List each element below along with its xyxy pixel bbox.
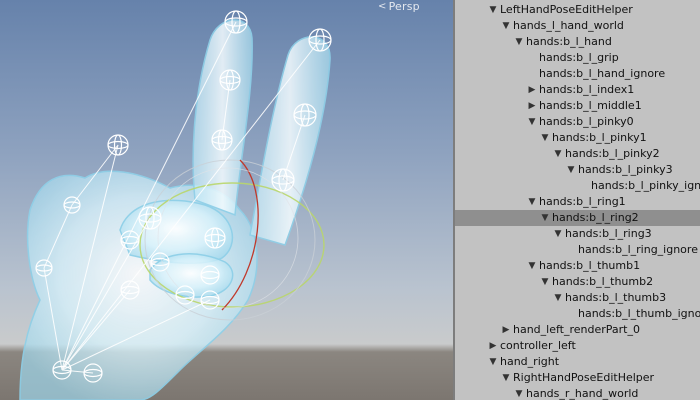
perspective-arrow-icon: < [378, 1, 387, 12]
collapse-arrow-icon[interactable]: ▶ [527, 82, 537, 98]
hierarchy-item[interactable]: ▼ hands_r_hand_world [455, 386, 700, 400]
hierarchy-item[interactable]: ▼ hands:b_l_thumb2 [455, 274, 700, 290]
hierarchy-item-label: hands:b_l_thumb2 [552, 275, 654, 288]
hierarchy-item[interactable]: hands:b_l_ring_ignore [455, 242, 700, 258]
hierarchy-item-label: LeftHandPoseEditHelper [500, 3, 633, 16]
hierarchy-item[interactable]: ▶ hands:b_l_index1 [455, 82, 700, 98]
hierarchy-item-label: hands:b_l_pinky2 [565, 147, 660, 160]
scene-viewport[interactable]: < Persp [0, 0, 453, 400]
perspective-label: Persp [388, 0, 420, 13]
hierarchy-item-label: hands:b_l_ring_ignore [578, 243, 698, 256]
hierarchy-item-label: hands:b_l_index1 [539, 83, 635, 96]
expand-arrow-icon[interactable]: ▼ [527, 258, 537, 274]
expand-arrow-icon[interactable]: ▼ [514, 34, 524, 50]
hierarchy-item-label: hands:b_l_ring1 [539, 195, 626, 208]
expand-arrow-icon[interactable]: ▼ [540, 130, 550, 146]
hierarchy-item-label: hands:b_l_thumb1 [539, 259, 641, 272]
expand-arrow-icon[interactable]: ▼ [553, 146, 563, 162]
hierarchy-item-label: hand_right [500, 355, 560, 368]
expand-arrow-icon[interactable]: ▼ [553, 226, 563, 242]
hierarchy-item-label: hands:b_l_thumb_ignore [578, 307, 700, 320]
hierarchy-item-label: hands:b_l_pinky3 [578, 163, 673, 176]
hierarchy-item-label: hands:b_l_hand_ignore [539, 67, 666, 80]
perspective-toggle[interactable]: < Persp [378, 0, 420, 13]
hierarchy-item-label: hand_left_renderPart_0 [513, 323, 640, 336]
hierarchy-item[interactable]: ▼ hands:b_l_pinky0 [455, 114, 700, 130]
expand-arrow-icon[interactable]: ▼ [501, 18, 511, 34]
expand-arrow-icon[interactable]: ▼ [566, 162, 576, 178]
expand-arrow-icon[interactable]: ▼ [527, 114, 537, 130]
expand-arrow-icon[interactable]: ▼ [501, 370, 511, 386]
expand-arrow-icon[interactable]: ▼ [527, 194, 537, 210]
hierarchy-item[interactable]: ▼ hands:b_l_ring1 [455, 194, 700, 210]
hierarchy-item[interactable]: ▼ hands:b_l_ring3 [455, 226, 700, 242]
hierarchy-item-label: hands:b_l_pinky1 [552, 131, 647, 144]
hierarchy-item-label: hands:b_l_ring3 [565, 227, 652, 240]
hierarchy-item[interactable]: ▼ hands_l_hand_world [455, 18, 700, 34]
hierarchy-item[interactable]: hands:b_l_thumb_ignore [455, 306, 700, 322]
hierarchy-item-label: hands_r_hand_world [526, 387, 639, 400]
hierarchy-item[interactable]: ▼ hands:b_l_thumb3 [455, 290, 700, 306]
hierarchy-item-label: hands:b_l_grip [539, 51, 619, 64]
hierarchy-item[interactable]: ▼ hands:b_l_pinky2 [455, 146, 700, 162]
hierarchy-item[interactable]: ▼ hands:b_l_pinky1 [455, 130, 700, 146]
hierarchy-item[interactable]: ▼ hands:b_l_hand [455, 34, 700, 50]
expand-arrow-icon[interactable]: ▼ [514, 386, 524, 400]
expand-arrow-icon[interactable]: ▼ [488, 2, 498, 18]
hierarchy-item-label: hands_l_hand_world [513, 19, 624, 32]
hierarchy-item[interactable]: ▼ hands:b_l_pinky3 [455, 162, 700, 178]
collapse-arrow-icon[interactable]: ▶ [527, 98, 537, 114]
hierarchy-item[interactable]: hands:b_l_pinky_ignore [455, 178, 700, 194]
hierarchy-item[interactable]: ▼ RightHandPoseEditHelper [455, 370, 700, 386]
hierarchy-item-label: hands:b_l_pinky_ignore [591, 179, 700, 192]
expand-arrow-icon[interactable]: ▼ [553, 290, 563, 306]
hierarchy-item[interactable]: hands:b_l_grip [455, 50, 700, 66]
hierarchy-item-label: hands:b_l_hand [526, 35, 612, 48]
hierarchy-item[interactable]: ▼ hands:b_l_ring2 [455, 210, 700, 226]
hierarchy-item[interactable]: hands:b_l_hand_ignore [455, 66, 700, 82]
hand-model-render[interactable] [0, 0, 453, 400]
hierarchy-item[interactable]: ▼ hand_right [455, 354, 700, 370]
hierarchy-panel[interactable]: ▼ LeftHandPoseEditHelper ▼ hands_l_hand_wor… [455, 0, 700, 400]
hierarchy-item[interactable]: ▼ LeftHandPoseEditHelper [455, 2, 700, 18]
hierarchy-item-label: hands:b_l_ring2 [552, 211, 639, 224]
expand-arrow-icon[interactable]: ▼ [540, 274, 550, 290]
hierarchy-item-label: RightHandPoseEditHelper [513, 371, 655, 384]
hierarchy-item-label: hands:b_l_middle1 [539, 99, 642, 112]
hierarchy-item[interactable]: ▼ hands:b_l_thumb1 [455, 258, 700, 274]
collapse-arrow-icon[interactable]: ▶ [501, 322, 511, 338]
hierarchy-item-label: hands:b_l_pinky0 [539, 115, 634, 128]
hierarchy-item[interactable]: ▶ controller_left [455, 338, 700, 354]
collapse-arrow-icon[interactable]: ▶ [488, 338, 498, 354]
expand-arrow-icon[interactable]: ▼ [540, 210, 550, 226]
hierarchy-item-label: controller_left [500, 339, 576, 352]
hierarchy-item[interactable]: ▶ hands:b_l_middle1 [455, 98, 700, 114]
expand-arrow-icon[interactable]: ▼ [488, 354, 498, 370]
hierarchy-item[interactable]: ▶ hand_left_renderPart_0 [455, 322, 700, 338]
hierarchy-item-label: hands:b_l_thumb3 [565, 291, 667, 304]
